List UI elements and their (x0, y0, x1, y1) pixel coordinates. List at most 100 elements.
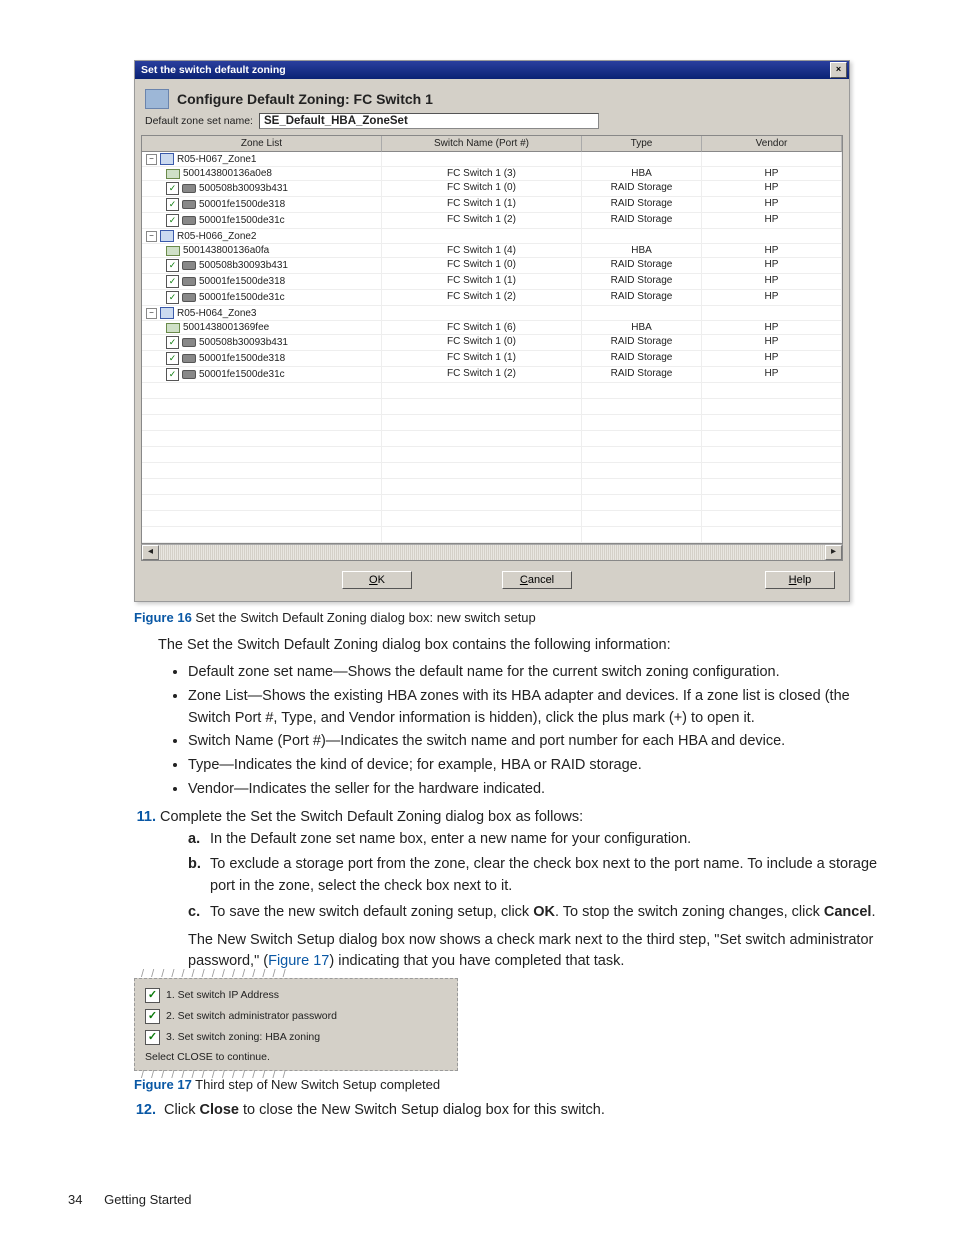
switch-name-cell: FC Switch 1 (0) (382, 181, 582, 197)
col-type[interactable]: Type (582, 136, 702, 152)
vendor-cell: HP (702, 290, 842, 306)
port-wwn: 500143800136a0fa (183, 245, 269, 256)
zone-header-row[interactable]: − R05-H064_Zone3 (142, 306, 842, 321)
port-row[interactable]: 50001fe1500de31c FC Switch 1 (2)RAID Stor… (142, 213, 842, 229)
figure-17-link[interactable]: Figure 17 (268, 953, 329, 969)
port-row[interactable]: 5001438001369feeFC Switch 1 (6)HBAHP (142, 321, 842, 335)
setup-step-row: 3. Set switch zoning: HBA zoning (139, 1027, 453, 1048)
zone-name: R05-H067_Zone1 (177, 154, 257, 165)
disk-icon (182, 200, 196, 209)
port-wwn: 500143800136a0e8 (183, 168, 272, 179)
vendor-cell: HP (702, 244, 842, 258)
switch-name-cell: FC Switch 1 (2) (382, 290, 582, 306)
list-item: Zone List—Shows the existing HBA zones w… (188, 686, 896, 730)
switch-name-cell: FC Switch 1 (2) (382, 367, 582, 383)
port-row[interactable]: 500508b30093b431FC Switch 1 (0)RAID Stor… (142, 335, 842, 351)
expander-minus-icon[interactable]: − (146, 308, 157, 319)
list-item: Vendor—Indicates the seller for the hard… (188, 779, 896, 801)
col-switch-name[interactable]: Switch Name (Port #) (382, 136, 582, 152)
page-footer: 34 Getting Started (68, 1192, 192, 1207)
vendor-cell: HP (702, 335, 842, 351)
port-checkbox[interactable] (166, 198, 179, 211)
type-cell: RAID Storage (582, 181, 702, 197)
port-row[interactable]: 500508b30093b431FC Switch 1 (0)RAID Stor… (142, 181, 842, 197)
list-item: Type—Indicates the kind of device; for e… (188, 755, 896, 777)
port-checkbox[interactable] (166, 214, 179, 227)
list-item: Default zone set name—Shows the default … (188, 662, 896, 684)
port-wwn: 50001fe1500de31c (199, 215, 285, 226)
port-row[interactable]: 500143800136a0e8FC Switch 1 (3)HBAHP (142, 167, 842, 181)
vendor-cell: HP (702, 213, 842, 229)
port-checkbox[interactable] (166, 352, 179, 365)
expander-minus-icon[interactable]: − (146, 154, 157, 165)
port-row[interactable]: 50001fe1500de31c FC Switch 1 (2)RAID Stor… (142, 290, 842, 306)
switch-name-cell: FC Switch 1 (3) (382, 167, 582, 181)
port-checkbox[interactable] (166, 182, 179, 195)
type-cell: RAID Storage (582, 213, 702, 229)
port-row[interactable]: 500508b30093b431FC Switch 1 (0)RAID Stor… (142, 258, 842, 274)
zone-header-row[interactable]: −R05-H066_Zone2 (142, 229, 842, 244)
scroll-right-icon[interactable]: ▸ (825, 545, 842, 560)
vendor-cell: HP (702, 167, 842, 181)
list-item: Switch Name (Port #)—Indicates the switc… (188, 731, 896, 753)
type-cell: RAID Storage (582, 290, 702, 306)
disk-icon (182, 216, 196, 225)
port-wwn: 50001fe1500de318 (199, 276, 285, 287)
step-11-substeps: a.In the Default zone set name box, ente… (188, 829, 896, 924)
switch-name-cell: FC Switch 1 (1) (382, 351, 582, 367)
substep-c: c. To save the new switch default zoning… (188, 902, 896, 924)
help-button[interactable]: Help (765, 571, 835, 589)
expander-minus-icon[interactable]: − (146, 231, 157, 242)
vendor-cell: HP (702, 274, 842, 290)
horizontal-scrollbar[interactable]: ◂ ▸ (141, 544, 843, 561)
vendor-cell: HP (702, 367, 842, 383)
new-switch-setup-steps-panel: 1. Set switch IP Address 2. Set switch a… (134, 978, 458, 1071)
ok-button[interactable]: OK (342, 571, 412, 589)
close-icon[interactable]: × (830, 62, 847, 78)
col-zone-list[interactable]: Zone List (142, 136, 382, 152)
scroll-left-icon[interactable]: ◂ (142, 545, 159, 560)
port-wwn: 50001fe1500de318 (199, 199, 285, 210)
port-checkbox[interactable] (166, 368, 179, 381)
info-bullet-list: Default zone set name—Shows the default … (188, 662, 896, 801)
type-cell: HBA (582, 321, 702, 335)
zone-header-row[interactable]: − R05-H067_Zone1 (142, 152, 842, 167)
port-checkbox[interactable] (166, 259, 179, 272)
port-wwn: 50001fe1500de31c (199, 292, 285, 303)
checkbox-icon[interactable] (145, 1009, 160, 1024)
dialog-title: Set the switch default zoning (141, 64, 286, 76)
cancel-button[interactable]: Cancel (502, 571, 572, 589)
port-row[interactable]: 500143800136a0faFC Switch 1 (4)HBAHP (142, 244, 842, 258)
disk-icon (182, 277, 196, 286)
switch-name-cell: FC Switch 1 (6) (382, 321, 582, 335)
switch-name-cell: FC Switch 1 (0) (382, 335, 582, 351)
vendor-cell: HP (702, 351, 842, 367)
type-cell: RAID Storage (582, 351, 702, 367)
port-wwn: 50001fe1500de31c (199, 369, 285, 380)
col-vendor[interactable]: Vendor (702, 136, 842, 152)
port-row[interactable]: 50001fe1500de31cFC Switch 1 (2)RAID Stor… (142, 367, 842, 383)
disk-icon (182, 184, 196, 193)
port-wwn: 5001438001369fee (183, 322, 269, 333)
vendor-cell: HP (702, 258, 842, 274)
switch-name-cell: FC Switch 1 (1) (382, 197, 582, 213)
switch-name-cell: FC Switch 1 (2) (382, 213, 582, 229)
port-checkbox[interactable] (166, 336, 179, 349)
port-row[interactable]: 50001fe1500de318FC Switch 1 (1)RAID Stor… (142, 197, 842, 213)
setup-step-label: 3. Set switch zoning: HBA zoning (166, 1031, 320, 1043)
port-row[interactable]: 50001fe1500de318FC Switch 1 (1)RAID Stor… (142, 274, 842, 290)
port-wwn: 500508b30093b431 (199, 337, 288, 348)
zoneset-name-input[interactable]: SE_Default_HBA_ZoneSet (259, 113, 599, 129)
port-checkbox[interactable] (166, 275, 179, 288)
port-checkbox[interactable] (166, 291, 179, 304)
setup-step-row: 2. Set switch administrator password (139, 1006, 453, 1027)
setup-step-label: 2. Set switch administrator password (166, 1010, 337, 1022)
dialog-titlebar[interactable]: Set the switch default zoning × (135, 61, 849, 79)
checkbox-icon[interactable] (145, 1030, 160, 1045)
disk-icon (182, 370, 196, 379)
disk-icon (182, 354, 196, 363)
switch-name-cell: FC Switch 1 (1) (382, 274, 582, 290)
checkbox-icon[interactable] (145, 988, 160, 1003)
zone-name: R05-H064_Zone3 (177, 308, 257, 319)
port-row[interactable]: 50001fe1500de318FC Switch 1 (1)RAID Stor… (142, 351, 842, 367)
